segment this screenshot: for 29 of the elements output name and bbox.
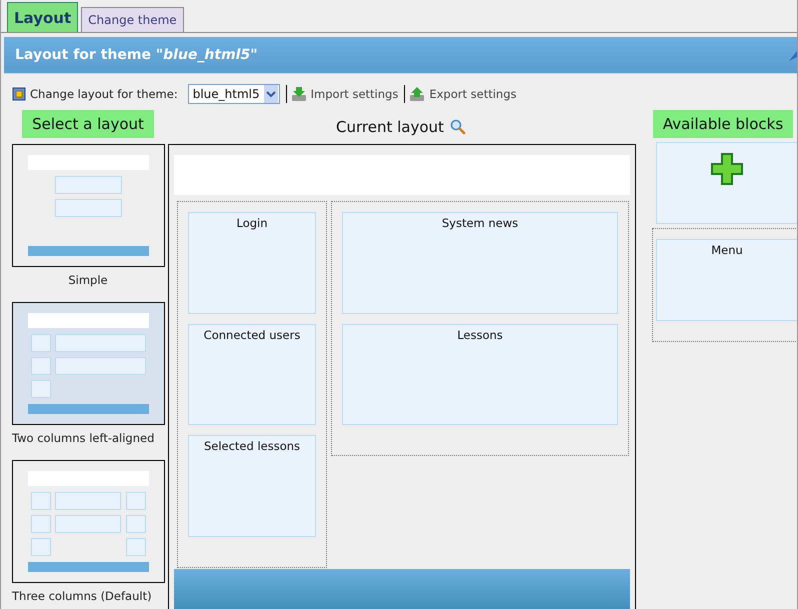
layout-block[interactable]: Connected users [188,324,316,426]
layout-name: Three columns (Default) [12,589,152,603]
panel-title: Layout for theme "blue_html5" [15,47,258,63]
section-heading: Available blocks [652,110,794,138]
theme-select[interactable]: blue_html5 [188,84,280,104]
layout-thumbnail[interactable] [12,144,165,267]
section-heading: Select a layout [22,110,154,138]
layout-block[interactable]: Lessons [342,324,618,425]
layout-icon [12,87,26,101]
section-heading: Current layout [336,118,444,136]
tab[interactable]: Change theme [81,7,184,32]
caret-icon [264,85,278,103]
theme-label: Change layout for theme: [30,87,178,101]
export-settings-link[interactable]: Export settings [429,87,516,101]
layout-block[interactable]: Selected lessons [188,435,316,538]
layout-name: Two columns left-aligned [12,431,154,445]
layout-thumbnail[interactable] [12,302,165,425]
plus-icon [711,153,743,185]
layout-block[interactable]: Menu [656,239,797,321]
layout-block[interactable]: Login [188,212,316,314]
layout-block[interactable]: System news [342,212,618,314]
search-icon[interactable] [450,119,466,135]
import-icon [290,86,307,102]
export-icon [409,86,426,102]
tab[interactable]: Layout [7,2,78,32]
add-block-area[interactable] [656,142,797,224]
import-settings-link[interactable]: Import settings [310,87,398,101]
layout-thumbnail[interactable] [12,460,165,583]
layout-name: Simple [68,273,108,287]
